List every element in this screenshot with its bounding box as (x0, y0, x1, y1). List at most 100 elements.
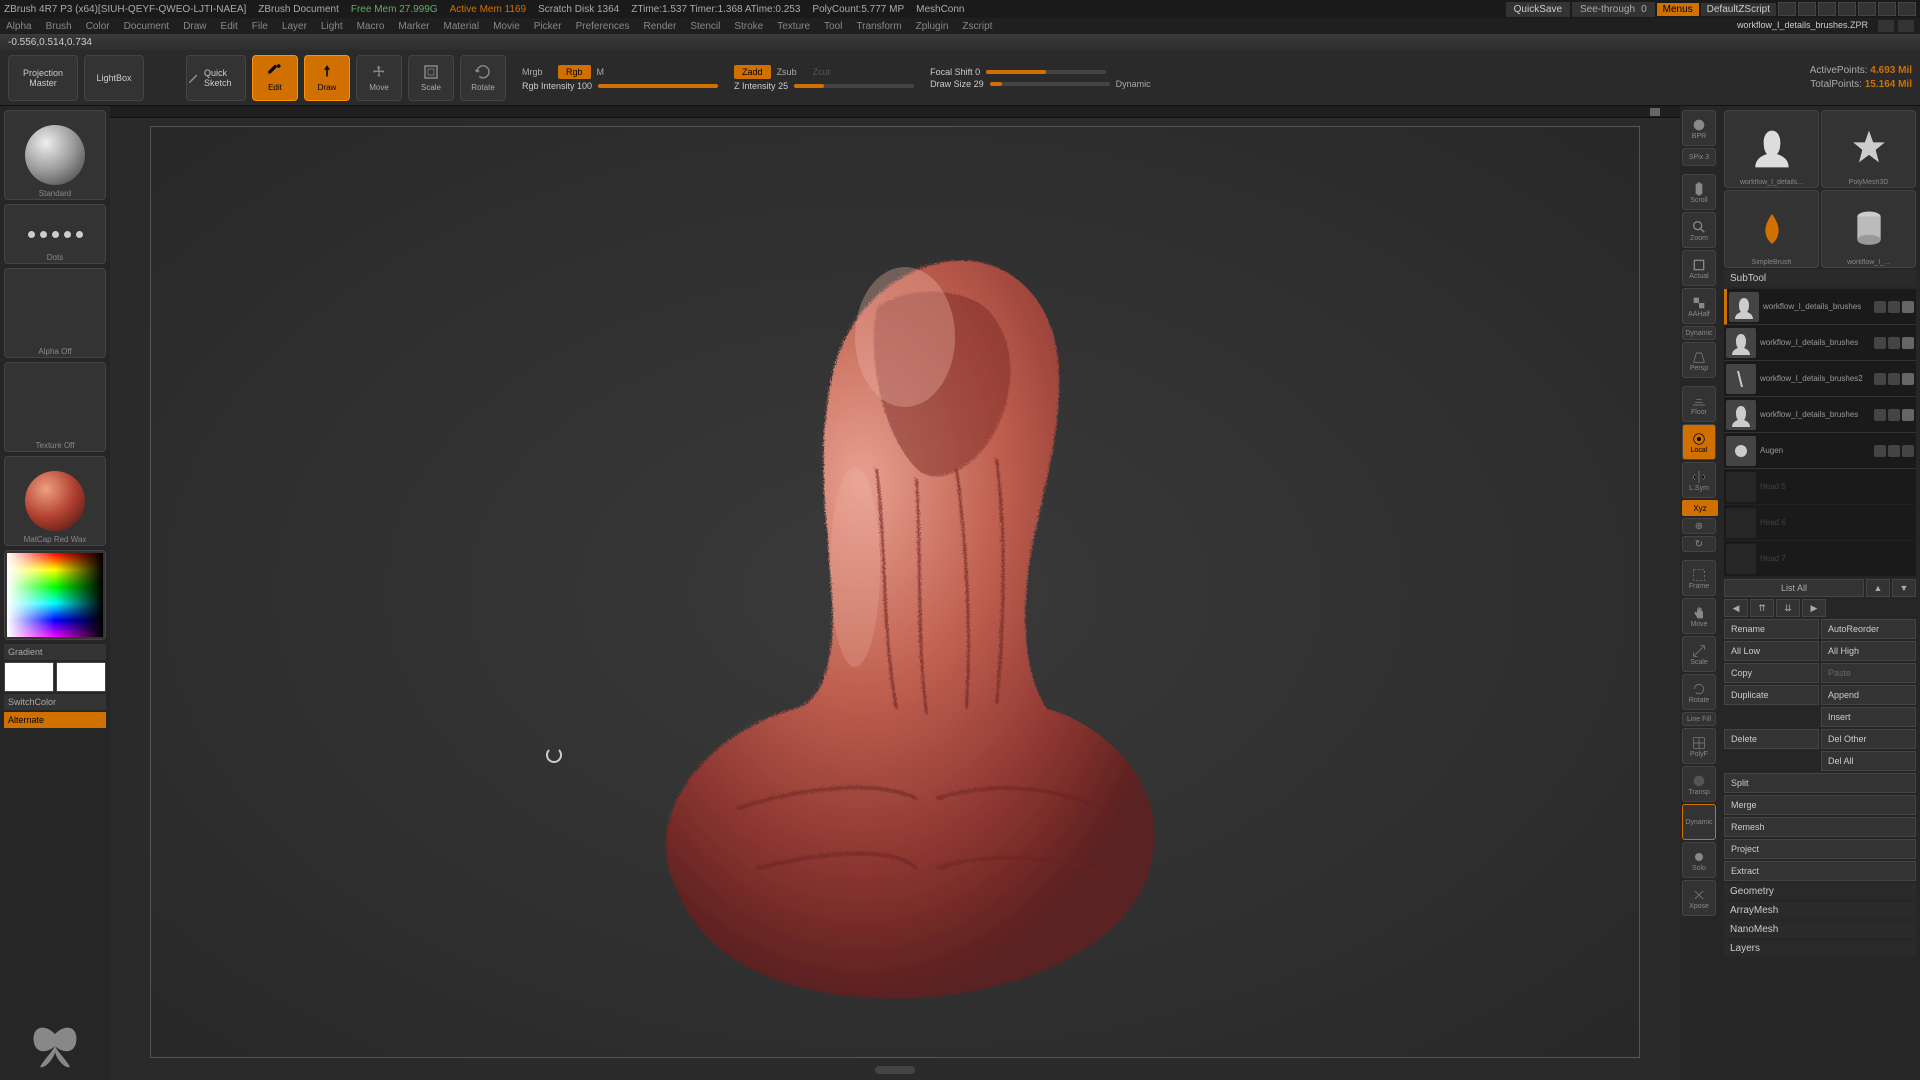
subtool-alldown-button[interactable]: ⇊ (1776, 599, 1800, 617)
m-label[interactable]: M (597, 67, 627, 77)
frame-button[interactable]: Frame (1682, 560, 1716, 596)
window-btn-3[interactable] (1818, 2, 1836, 16)
alpha-preview[interactable]: Alpha Off (4, 268, 106, 358)
subtool-item[interactable]: Augen (1724, 433, 1916, 469)
del-other-button[interactable]: Del Other (1821, 729, 1916, 749)
draw-size[interactable]: Draw Size 29 (930, 79, 984, 89)
main-color-swatch[interactable] (4, 662, 54, 692)
floor-button[interactable]: Floor (1682, 386, 1716, 422)
brush-preview[interactable]: Standard (4, 110, 106, 200)
menu-tool[interactable]: Tool (824, 21, 842, 32)
split-button[interactable]: Split (1724, 773, 1916, 793)
menu-picker[interactable]: Picker (534, 21, 562, 32)
rgb-intensity[interactable]: Rgb Intensity 100 (522, 81, 592, 91)
subtool-eye-icon[interactable] (1902, 445, 1914, 457)
menu-draw[interactable]: Draw (183, 21, 206, 32)
window-maximize[interactable] (1878, 2, 1896, 16)
duplicate-button[interactable]: Duplicate (1724, 685, 1819, 705)
focal-shift-slider[interactable] (986, 70, 1106, 74)
transp-button[interactable]: Transp (1682, 766, 1716, 802)
edit-button[interactable]: Edit (252, 55, 298, 101)
menu-stencil[interactable]: Stencil (690, 21, 720, 32)
menu-layer[interactable]: Layer (282, 21, 307, 32)
subtool-header[interactable]: SubTool (1724, 270, 1916, 287)
window-btn-4[interactable] (1838, 2, 1856, 16)
menu-file[interactable]: File (252, 21, 268, 32)
persp-button[interactable]: Persp (1682, 342, 1716, 378)
menu-color[interactable]: Color (86, 21, 110, 32)
subtool-mode-icon[interactable] (1888, 337, 1900, 349)
subtool-paint-icon[interactable] (1874, 373, 1886, 385)
dynamic2-button[interactable]: Dynamic (1682, 804, 1716, 840)
switchcolor-button[interactable]: SwitchColor (4, 694, 106, 710)
default-zscript[interactable]: DefaultZScript (1701, 3, 1776, 16)
menu-render[interactable]: Render (644, 21, 677, 32)
move-button[interactable]: Move (356, 55, 402, 101)
draw-button[interactable]: Draw (304, 55, 350, 101)
subtool-mode-icon[interactable] (1888, 445, 1900, 457)
projection-master-button[interactable]: Projection Master (8, 55, 78, 101)
section-nanomesh[interactable]: NanoMesh (1724, 921, 1916, 938)
rgb-button[interactable]: Rgb (558, 65, 591, 79)
subtool-item[interactable]: workflow_I_details_brushes2 (1724, 361, 1916, 397)
menu-marker[interactable]: Marker (398, 21, 429, 32)
zsub-label[interactable]: Zsub (777, 67, 807, 77)
aahalf-button[interactable]: AAHalf (1682, 288, 1716, 324)
move-nav-button[interactable]: Move (1682, 598, 1716, 634)
menu-macro[interactable]: Macro (357, 21, 385, 32)
menu-movie[interactable]: Movie (493, 21, 520, 32)
merge-button[interactable]: Merge (1724, 795, 1916, 815)
zoom-button[interactable]: Zoom (1682, 212, 1716, 248)
linefill-button[interactable]: Line Fill (1682, 712, 1716, 726)
lightbox-button[interactable]: LightBox (84, 55, 144, 101)
menu-alpha[interactable]: Alpha (6, 21, 32, 32)
subtool-mode-icon[interactable] (1888, 301, 1900, 313)
rename-button[interactable]: Rename (1724, 619, 1819, 639)
actual-button[interactable]: Actual (1682, 250, 1716, 286)
scale-nav-button[interactable]: Scale (1682, 636, 1716, 672)
xpose-button[interactable]: Xpose (1682, 880, 1716, 916)
delete-button[interactable]: Delete (1724, 729, 1819, 749)
stroke-preview[interactable]: Dots (4, 204, 106, 264)
menu-preferences[interactable]: Preferences (576, 21, 630, 32)
autoreorder-button[interactable]: AutoReorder (1821, 619, 1916, 639)
subtool-paint-icon[interactable] (1874, 409, 1886, 421)
rgb-intensity-slider[interactable] (598, 84, 718, 88)
secondary-color-swatch[interactable] (56, 662, 106, 692)
subtool-eye-icon[interactable] (1902, 301, 1914, 313)
polyf-button[interactable]: PolyF (1682, 728, 1716, 764)
window-btn-2[interactable] (1798, 2, 1816, 16)
subtool-item[interactable]: workflow_I_details_brushes (1724, 325, 1916, 361)
window-btn-1[interactable] (1778, 2, 1796, 16)
menu-zscript[interactable]: Zscript (962, 21, 992, 32)
lsym-button[interactable]: L.Sym (1682, 462, 1716, 498)
menu-brush[interactable]: Brush (46, 21, 72, 32)
rot-gizmo[interactable]: ↻ (1682, 536, 1716, 552)
menu-material[interactable]: Material (444, 21, 480, 32)
zadd-button[interactable]: Zadd (734, 65, 771, 79)
subtool-item[interactable]: workflow_I_details_brushes (1724, 397, 1916, 433)
rotate-nav-button[interactable]: Rotate (1682, 674, 1716, 710)
material-preview[interactable]: MatCap Red Wax (4, 456, 106, 546)
subtool-paint-icon[interactable] (1874, 301, 1886, 313)
mrgb-label[interactable]: Mrgb (522, 67, 552, 77)
z-intensity[interactable]: Z Intensity 25 (734, 81, 788, 91)
copy-button[interactable]: Copy (1724, 663, 1819, 683)
gradient-button[interactable]: Gradient (4, 644, 106, 660)
subtool-prev-button[interactable]: ◀ (1724, 599, 1748, 617)
menu-document[interactable]: Document (124, 21, 170, 32)
subtool-next-button[interactable]: ▶ (1802, 599, 1826, 617)
focal-shift[interactable]: Focal Shift 0 (930, 67, 980, 77)
axis-gizmo[interactable]: ⊕ (1682, 518, 1716, 534)
all-high-button[interactable]: All High (1821, 641, 1916, 661)
canvas-horizontal-scroll[interactable] (110, 106, 1680, 118)
dynamic-button[interactable]: Dynamic (1682, 326, 1716, 340)
texture-preview[interactable]: Texture Off (4, 362, 106, 452)
subtool-eye-icon[interactable] (1902, 337, 1914, 349)
menu-zplugin[interactable]: Zplugin (916, 21, 949, 32)
del-all-button[interactable]: Del All (1821, 751, 1916, 771)
z-intensity-slider[interactable] (794, 84, 914, 88)
subtool-paint-icon[interactable] (1874, 445, 1886, 457)
tool-tile-alt[interactable]: workflow_I_... (1821, 190, 1916, 268)
draw-size-slider[interactable] (990, 82, 1110, 86)
